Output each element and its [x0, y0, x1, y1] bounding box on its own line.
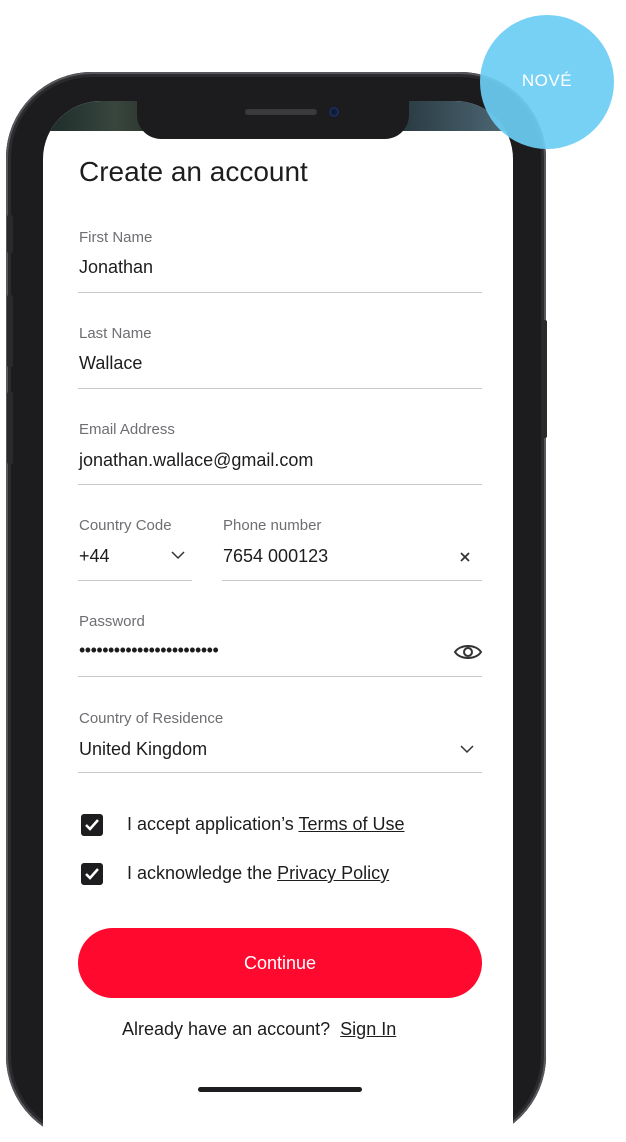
residence-underline: [78, 772, 482, 773]
continue-button[interactable]: Continue: [78, 928, 482, 998]
new-badge-label: NOVÉ: [521, 71, 573, 90]
first-name-label: First Name: [79, 229, 153, 246]
password-label: Password: [79, 613, 145, 630]
country-code-underline: [78, 580, 192, 581]
new-badge: NOVÉ: [480, 15, 614, 149]
last-name-label: Last Name: [79, 325, 152, 342]
front-camera: [329, 107, 339, 117]
privacy-prefix: I acknowledge the: [127, 863, 278, 883]
privacy-policy-link[interactable]: Privacy Policy: [277, 863, 389, 883]
country-code-label: Country Code: [79, 517, 172, 534]
residence-select[interactable]: United Kingdom: [79, 739, 207, 760]
phone-field[interactable]: 7654 000123: [223, 546, 328, 567]
privacy-text: I acknowledge the Privacy Policy: [127, 863, 389, 884]
email-underline: [78, 484, 482, 485]
chevron-down-icon[interactable]: [170, 550, 186, 560]
phone-side-button: [7, 215, 13, 253]
home-indicator[interactable]: [198, 1087, 362, 1092]
terms-prefix: I accept application’s: [127, 814, 299, 834]
residence-label: Country of Residence: [79, 710, 224, 727]
checkmark-icon: [85, 868, 99, 880]
last-name-field[interactable]: Wallace: [79, 353, 142, 374]
close-icon[interactable]: [459, 551, 471, 563]
country-code-select[interactable]: +44: [79, 546, 110, 567]
phone-volume-down-button: [7, 392, 13, 464]
privacy-checkbox[interactable]: [81, 863, 103, 885]
sign-in-link[interactable]: Sign In: [340, 1019, 396, 1039]
eye-icon[interactable]: [453, 641, 483, 663]
first-name-field[interactable]: Jonathan: [79, 257, 153, 278]
phone-label: Phone number: [223, 517, 322, 534]
signin-prompt: Already have an account?: [122, 1019, 331, 1039]
first-name-underline: [78, 292, 482, 293]
chevron-down-icon[interactable]: [459, 744, 475, 754]
signin-row: Already have an account? Sign In: [122, 1019, 396, 1040]
phone-volume-up-button: [7, 295, 13, 367]
password-field[interactable]: ••••••••••••••••••••••••: [79, 640, 219, 661]
phone-notch: [137, 101, 409, 139]
terms-of-use-link[interactable]: Terms of Use: [298, 814, 404, 834]
checkmark-icon: [85, 819, 99, 831]
phone-underline: [222, 580, 482, 581]
page-title: Create an account: [79, 156, 308, 187]
phone-power-button: [541, 320, 547, 438]
terms-checkbox[interactable]: [81, 814, 103, 836]
email-label: Email Address: [79, 421, 175, 438]
terms-text: I accept application’s Terms of Use: [127, 814, 404, 835]
last-name-underline: [78, 388, 482, 389]
email-field[interactable]: jonathan.wallace@gmail.com: [79, 450, 313, 471]
password-underline: [78, 676, 482, 677]
speaker-grille: [245, 109, 317, 115]
